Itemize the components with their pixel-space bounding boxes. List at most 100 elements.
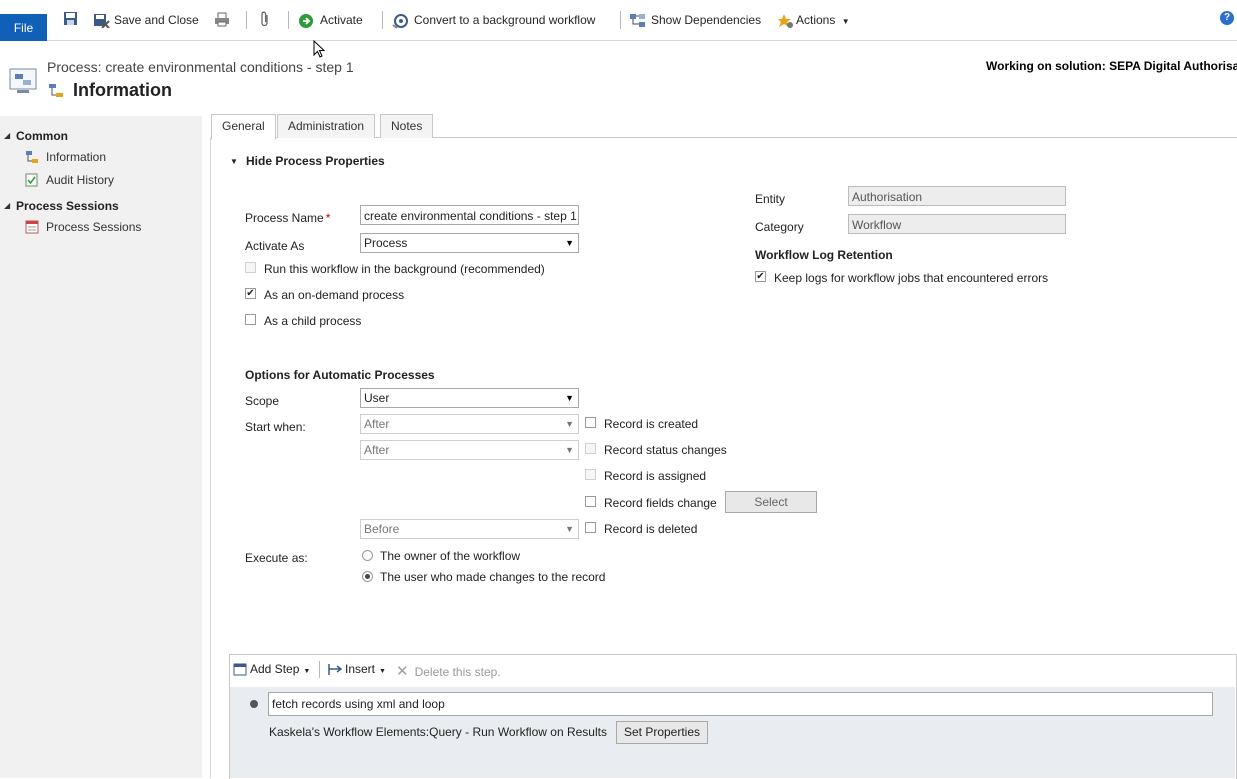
workflow-icon: [25, 150, 39, 164]
category-label: Category: [755, 220, 804, 234]
convert-workflow-icon: [392, 13, 409, 29]
tab-general[interactable]: General: [211, 114, 276, 140]
toolbar-separator: [288, 11, 289, 29]
start-when-select-2[interactable]: After ▼: [360, 440, 579, 460]
entity-field: Authorisation: [848, 186, 1066, 206]
nav-group-common[interactable]: Common: [16, 129, 68, 143]
execute-owner-radio[interactable]: [362, 550, 373, 561]
dependencies-icon: [629, 13, 646, 28]
start-when-select-3[interactable]: Before ▼: [360, 519, 579, 539]
record-assigned-label: Record is assigned: [604, 469, 707, 483]
record-status-checkbox[interactable]: [585, 443, 596, 454]
run-background-checkbox[interactable]: [245, 262, 256, 273]
child-process-label: As a child process: [264, 314, 362, 328]
category-field: Workflow: [848, 214, 1066, 234]
step-bullet-icon: [250, 700, 258, 708]
save-close-icon: [93, 13, 110, 30]
run-background-label: Run this workflow in the background (rec…: [264, 262, 545, 276]
collapse-section-icon[interactable]: ▼: [230, 157, 238, 166]
on-demand-checkbox[interactable]: ✔: [245, 288, 256, 299]
scope-label: Scope: [245, 394, 280, 408]
page-title: Information: [73, 80, 172, 100]
show-dependencies-button[interactable]: Show Dependencies: [629, 12, 761, 28]
delete-step-label: Delete this step.: [414, 665, 501, 679]
sidebar-item-audit-history[interactable]: Audit History: [46, 173, 114, 187]
solution-label: Working on solution: SEPA Digital Author…: [986, 59, 1237, 73]
dropdown-arrow-icon: ▼: [565, 419, 574, 429]
save-and-close-button[interactable]: Save and Close: [93, 12, 199, 30]
scope-select[interactable]: User ▼: [360, 388, 579, 408]
execute-owner-label: The owner of the workflow: [380, 549, 521, 563]
chevron-down-icon: ▼: [379, 668, 386, 675]
actions-icon: [778, 13, 794, 29]
process-name-label: Process Name *: [245, 211, 330, 225]
content-border: [210, 137, 211, 778]
start-when-value-2: After: [364, 443, 390, 457]
add-step-label: Add Step: [250, 662, 300, 676]
record-fields-checkbox[interactable]: [585, 496, 596, 507]
steps-toolbar-separator: [319, 661, 320, 678]
sidebar-item-information[interactable]: Information: [46, 150, 106, 164]
workflow-icon: [48, 83, 64, 99]
insert-label: Insert: [345, 662, 376, 676]
tab-notes[interactable]: Notes: [380, 114, 434, 138]
record-deleted-checkbox[interactable]: [585, 522, 596, 533]
add-step-button[interactable]: Add Step ▼: [233, 662, 310, 676]
delete-icon: ✕: [396, 663, 409, 680]
file-button[interactable]: File: [0, 14, 47, 41]
process-sessions-icon: [25, 220, 39, 234]
actions-label: Actions: [796, 13, 836, 27]
activate-icon: [298, 13, 314, 29]
execute-user-radio[interactable]: [362, 571, 373, 582]
start-when-value-1: After: [364, 417, 390, 431]
add-step-icon: [233, 663, 247, 676]
step-description-field[interactable]: fetch records using xml and loop: [268, 692, 1213, 716]
select-fields-button[interactable]: Select: [725, 491, 817, 513]
chevron-down-icon: ▼: [303, 668, 311, 675]
record-created-label: Record is created: [604, 417, 699, 431]
nav-group-process-sessions[interactable]: Process Sessions: [16, 199, 119, 213]
record-fields-label: Record fields change: [604, 496, 717, 510]
activate-label: Activate: [320, 13, 363, 27]
required-mark: *: [325, 211, 331, 225]
set-properties-button[interactable]: Set Properties: [616, 721, 708, 744]
convert-background-button[interactable]: Convert to a background workflow: [392, 12, 596, 29]
execute-user-label: The user who made changes to the record: [380, 570, 606, 584]
breadcrumb: Process: create environmental conditions…: [47, 59, 354, 75]
scope-value: User: [364, 391, 390, 405]
log-retention-heading: Workflow Log Retention: [755, 248, 893, 262]
collapse-sessions-icon[interactable]: ◢: [4, 201, 10, 210]
keep-logs-label: Keep logs for workflow jobs that encount…: [774, 271, 1049, 285]
audit-history-icon: [25, 173, 38, 187]
toolbar-separator: [246, 11, 247, 29]
dropdown-arrow-icon: ▼: [565, 393, 574, 403]
child-process-checkbox[interactable]: [245, 314, 256, 325]
activate-button[interactable]: Activate: [298, 12, 363, 28]
actions-menu[interactable]: Actions ▼: [778, 12, 850, 28]
entity-label: Entity: [755, 192, 786, 206]
process-name-field[interactable]: create environmental conditions - step 1: [360, 205, 579, 225]
activate-as-select[interactable]: Process ▼: [360, 233, 579, 253]
delete-step-button[interactable]: ✕ Delete this step.: [396, 662, 501, 680]
convert-background-label: Convert to a background workflow: [414, 13, 596, 27]
sidebar-item-process-sessions[interactable]: Process Sessions: [46, 220, 141, 234]
help-icon[interactable]: ?: [1220, 11, 1234, 25]
start-when-select-1[interactable]: After ▼: [360, 414, 579, 434]
activate-as-value: Process: [364, 236, 408, 250]
toolbar-separator: [382, 11, 383, 29]
attach-icon[interactable]: [259, 11, 271, 27]
save-icon[interactable]: [63, 11, 78, 26]
keep-logs-checkbox[interactable]: ✔: [755, 271, 766, 282]
record-assigned-checkbox[interactable]: [585, 469, 596, 480]
record-created-checkbox[interactable]: [585, 417, 596, 428]
auto-options-heading: Options for Automatic Processes: [245, 368, 435, 382]
save-and-close-label: Save and Close: [114, 13, 199, 27]
print-icon[interactable]: [214, 12, 230, 27]
toolbar-separator: [620, 11, 621, 29]
tab-administration[interactable]: Administration: [277, 114, 376, 138]
dropdown-arrow-icon: ▼: [565, 524, 574, 534]
insert-button[interactable]: Insert ▼: [327, 662, 386, 676]
section-toggle[interactable]: Hide Process Properties: [246, 154, 385, 168]
collapse-common-icon[interactable]: ◢: [4, 131, 10, 140]
insert-icon: [327, 663, 345, 676]
